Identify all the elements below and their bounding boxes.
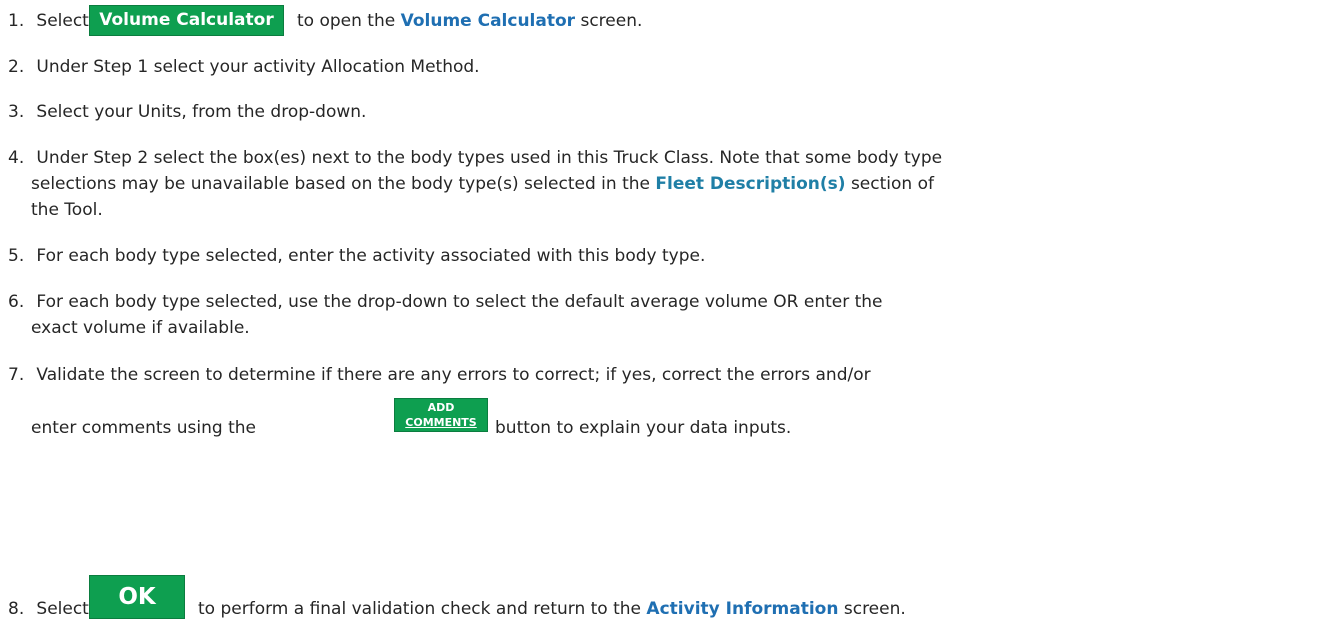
- step-5: 5. For each body type selected, enter th…: [8, 244, 705, 268]
- add-comments-label-1: ADD: [427, 401, 455, 414]
- step-text: Under Step 1 select your activity Alloca…: [36, 57, 480, 77]
- step-number: 6.: [8, 292, 25, 312]
- step-7: 7. Validate the screen to determine if t…: [8, 363, 871, 387]
- step-text: screen.: [843, 599, 906, 619]
- volume-calculator-link: Volume Calculator: [400, 11, 576, 31]
- step-text: Under Step 2 select the box(es) next to …: [36, 148, 943, 168]
- fleet-descriptions-link: Fleet Description(s): [655, 174, 846, 194]
- step-text: For each body type selected, use the dro…: [36, 292, 883, 312]
- step-6: 6. For each body type selected, use the …: [8, 290, 883, 314]
- step-8-rest: to perform a final validation check and …: [198, 597, 906, 621]
- step-6-line-2: exact volume if available.: [31, 318, 250, 338]
- step-text: section of: [850, 174, 934, 194]
- step-number: 5.: [8, 246, 25, 266]
- step-7-line-2-start: enter comments using the: [31, 418, 257, 438]
- step-4: 4. Under Step 2 select the box(es) next …: [8, 146, 942, 170]
- step-2: 2. Under Step 1 select your activity All…: [8, 55, 480, 79]
- add-comments-button[interactable]: ADD COMMENTS: [394, 398, 488, 432]
- step-text: to perform a final validation check and …: [198, 599, 642, 619]
- step-8: 8. Select: [8, 597, 89, 621]
- step-text: selections may be unavailable based on t…: [31, 174, 650, 194]
- step-number: 2.: [8, 57, 25, 77]
- step-7-line-2-end: button to explain your data inputs.: [495, 418, 792, 438]
- step-number: 7.: [8, 365, 25, 385]
- step-text: screen.: [580, 11, 643, 31]
- add-comments-label-2: COMMENTS: [405, 416, 477, 429]
- step-4-line-2: selections may be unavailable based on t…: [31, 172, 934, 196]
- step-text: Validate the screen to determine if ther…: [36, 365, 871, 385]
- step-1-rest: to open the Volume Calculator screen.: [297, 9, 642, 33]
- step-text: to open the: [297, 11, 396, 31]
- step-3: 3. Select your Units, from the drop-down…: [8, 100, 366, 124]
- step-4-line-3: the Tool.: [31, 200, 103, 220]
- step-text: For each body type selected, enter the a…: [36, 246, 706, 266]
- step-text: Select: [36, 11, 89, 31]
- step-text: Select your Units, from the drop-down.: [36, 102, 367, 122]
- step-text: Select: [36, 599, 89, 619]
- step-number: 3.: [8, 102, 25, 122]
- activity-information-link: Activity Information: [646, 599, 839, 619]
- ok-button[interactable]: OK: [89, 575, 185, 619]
- step-number: 4.: [8, 148, 25, 168]
- step-number: 8.: [8, 599, 25, 619]
- volume-calculator-button[interactable]: Volume Calculator: [89, 5, 284, 36]
- step-number: 1.: [8, 11, 25, 31]
- step-1: 1. Select: [8, 9, 89, 33]
